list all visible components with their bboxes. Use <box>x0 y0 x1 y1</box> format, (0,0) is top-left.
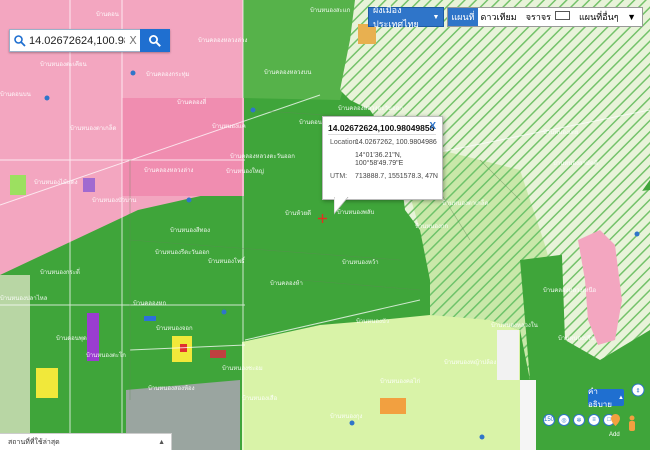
map-toolbar: ผังเมืองประเทศไทย ▼ แผนที่ ดาวเทียม จราจ… <box>368 5 643 29</box>
location-marker-icon[interactable] <box>318 214 327 223</box>
parcel-orange <box>380 398 406 414</box>
scale-icon[interactable]: 150 <box>543 414 555 426</box>
checkbox-icon <box>555 11 570 20</box>
chevron-down-icon: ▼ <box>627 12 636 22</box>
basemap-switcher: แผนที่ ดาวเทียม จราจร แผนที่อื่นๆ ▼ <box>447 7 643 27</box>
place-label: บ้านหนองสะแก <box>310 7 351 14</box>
clear-search-icon[interactable]: X <box>127 34 139 47</box>
place-label: บ้านคลองหลวงเหนือ <box>543 286 597 294</box>
place-pin-icon <box>221 309 227 315</box>
chevron-down-icon: ▼ <box>432 13 440 21</box>
place-label: บ้านหนองบัวบาน <box>92 197 136 204</box>
place-pin-icon <box>250 107 256 113</box>
globe-icon[interactable]: ◎ <box>558 414 570 426</box>
place-pin-icon <box>349 420 355 426</box>
layers-icon[interactable]: ≡ <box>588 414 600 426</box>
place-label: บ้านหนองจอก <box>156 325 193 332</box>
place-label: บ้านหนองกระดี่ <box>40 268 80 276</box>
place-label: บ้านหนองชะอม <box>222 365 263 372</box>
popup-title: 14.02672624,100.98049856 <box>328 123 435 133</box>
parcel-violet <box>83 178 95 192</box>
search-button[interactable] <box>140 29 170 52</box>
place-label: บ้านหนองแค <box>212 123 246 130</box>
place-label: บ้านดอน <box>96 11 119 18</box>
map-canvas[interactable]: บ้านดอน บ้านหนองสะแก บ้านคลองหลวงล่าง บ้… <box>0 0 650 450</box>
zoom-fit-icon[interactable]: ⇕ <box>631 383 645 397</box>
basemap-map-button[interactable]: แผนที่ <box>448 8 478 26</box>
chevron-up-icon: ▲ <box>158 438 165 446</box>
close-icon[interactable]: X <box>429 121 436 132</box>
divider <box>328 134 436 135</box>
place-label: บ้านหนองคอไก่ <box>380 377 421 385</box>
add-label: Add <box>609 432 620 438</box>
place-label: บ้านหนองหลวงใน <box>491 321 538 329</box>
place-label: บ้านคลองหลวงล่าง <box>198 37 247 44</box>
parcel-yellow-left <box>36 368 58 398</box>
place-label: บ้านดอนบน <box>0 91 31 98</box>
white-patch <box>497 330 519 380</box>
place-label: บ้านคลองหลวงบน <box>264 69 311 76</box>
basemap-traffic-toggle[interactable]: จราจร <box>520 10 573 24</box>
place-pin-icon <box>479 434 485 440</box>
place-label: บ้านหนองสีทอง <box>170 226 210 234</box>
place-label: บ้านหนองปรือ <box>558 334 595 342</box>
place-pin-icon <box>186 197 192 203</box>
location-value: 14.0267262, 100.9804986 <box>355 139 437 146</box>
place-label: บ้านหนองเสือ <box>242 394 278 402</box>
place-label: บ้านคลองกระทุ่ม <box>146 71 190 78</box>
place-pin-icon <box>130 70 136 76</box>
layer-select-label: ผังเมืองประเทศไทย <box>373 5 419 29</box>
place-label: บ้านหนองตะเคียน <box>40 60 87 68</box>
utm-value: 713888.7, 1551578.3, 47N <box>355 173 438 180</box>
parcel-blue <box>144 316 156 321</box>
place-label: บ้านหนองหว้า <box>342 259 379 266</box>
place-label: บ้านหนองหญ้าปล้อง <box>444 359 496 366</box>
place-label: บ้านหนองไม้แดง <box>34 178 78 186</box>
location-popup: 14.02672624,100.98049856 X Location: 14.… <box>322 116 443 200</box>
place-label: บ้านหนองกุง <box>330 413 363 420</box>
place-pin-icon <box>44 95 50 101</box>
place-label: บ้านหนองสองห้อง <box>148 385 195 392</box>
search-icon <box>149 34 161 47</box>
recent-places-label: สถานที่ที่ใช้ล่าสุด <box>8 438 60 446</box>
basemap-other-select[interactable]: แผนที่อื่นๆ ▼ <box>573 10 642 24</box>
place-label: บ้านคลองหลวงตะวันออก <box>338 105 403 112</box>
search-input[interactable] <box>27 34 127 47</box>
utm-label: UTM: <box>330 173 348 180</box>
place-label: บ้านหนองสามัคคี <box>553 159 598 167</box>
place-label: บ้านหนองรีตะวันออก <box>155 248 210 256</box>
white-patch-strip <box>520 380 536 450</box>
basemap-satellite-button[interactable]: ดาวเทียม <box>478 10 520 24</box>
svg-text:⇕: ⇕ <box>635 388 640 395</box>
place-label: บ้านคลองสี่ <box>177 98 207 106</box>
place-label: บ้านคลองห้า <box>270 280 303 287</box>
place-label: บ้านหนองเตย <box>543 129 578 136</box>
place-pin-icon <box>634 231 640 237</box>
legend-button[interactable]: คำอธิบาย ▲ <box>588 387 624 409</box>
parcel-darkred <box>210 350 226 358</box>
place-label: บ้านคลองหลวงตะวันออก <box>230 153 295 160</box>
settings-icon[interactable]: ✲ <box>573 414 585 426</box>
place-label: บ้านหนองใหญ่ <box>226 167 264 175</box>
parcel-lightgreen <box>10 175 26 195</box>
place-label: บ้านหนองกก <box>415 223 449 230</box>
chevron-up-icon: ▲ <box>618 394 624 401</box>
place-label: บ้านดอนพุด <box>56 335 87 342</box>
pink-zone-dark <box>122 98 244 196</box>
street-view-icon[interactable] <box>627 415 637 431</box>
place-label: บ้านห้วยดี <box>285 209 311 217</box>
popup-pointer <box>334 197 349 215</box>
recent-places-panel[interactable]: สถานที่ที่ใช้ล่าสุด ▲ <box>0 433 172 450</box>
dms-lat-value: 14°01'36.21"N, <box>355 152 402 159</box>
layer-select[interactable]: ผังเมืองประเทศไทย ▼ <box>368 5 445 29</box>
place-label: บ้านหนองปลาไหล <box>0 294 48 302</box>
search-icon <box>14 34 26 47</box>
dms-lon-value: 100°58'49.79"E <box>355 160 404 167</box>
add-pin-icon[interactable] <box>611 414 620 426</box>
place-label: บ้านคลองหลวงล่าง <box>144 167 193 174</box>
place-label: บ้านหนองตะโก <box>86 351 126 359</box>
place-label: บ้านหนองบัว <box>356 318 389 325</box>
place-label: บ้านคลองหก <box>133 300 166 307</box>
